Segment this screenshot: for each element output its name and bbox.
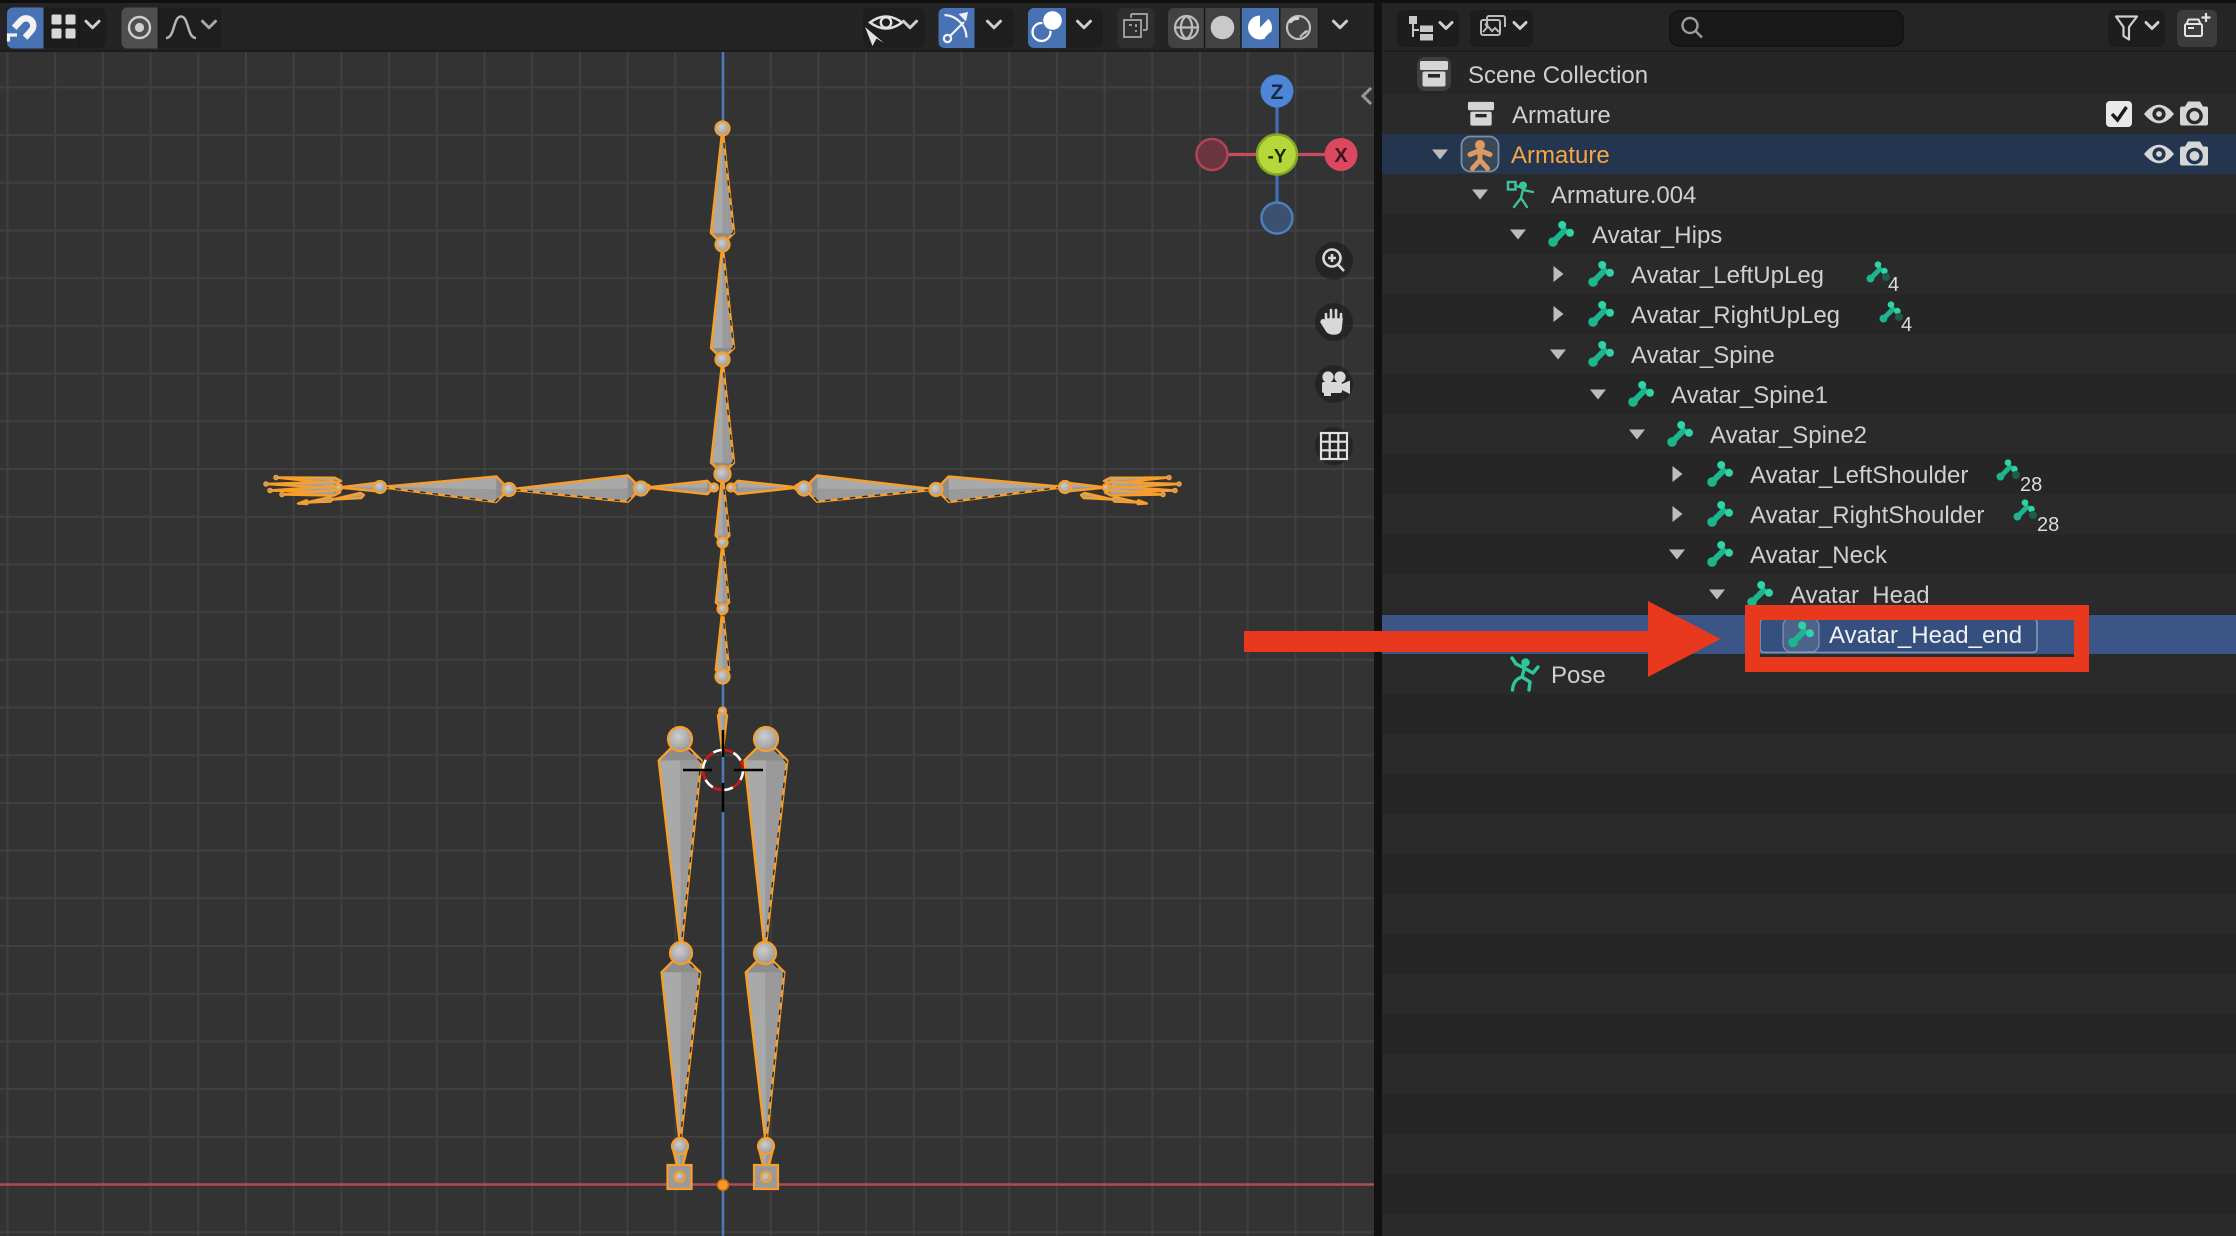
svg-text:4: 4 bbox=[1888, 274, 1899, 296]
svg-text:Avatar_Head_end: Avatar_Head_end bbox=[1829, 622, 2022, 649]
svg-text:Avatar_RightUpLeg: Avatar_RightUpLeg bbox=[1631, 302, 1840, 329]
svg-text:28: 28 bbox=[2037, 514, 2059, 536]
svg-text:28: 28 bbox=[2020, 474, 2042, 496]
svg-text:Armature: Armature bbox=[1512, 102, 1611, 129]
svg-text:4: 4 bbox=[1901, 314, 1912, 336]
svg-text:Avatar_LeftUpLeg: Avatar_LeftUpLeg bbox=[1631, 262, 1824, 289]
svg-text:Avatar_RightShoulder: Avatar_RightShoulder bbox=[1750, 502, 1984, 529]
svg-text:Avatar_LeftShoulder: Avatar_LeftShoulder bbox=[1750, 462, 1968, 489]
svg-text:Avatar_Neck: Avatar_Neck bbox=[1750, 542, 1888, 569]
svg-text:Pose: Pose bbox=[1551, 662, 1606, 689]
svg-text:Armature: Armature bbox=[1511, 142, 1610, 169]
svg-text:Avatar_Hips: Avatar_Hips bbox=[1592, 222, 1722, 249]
svg-text:Armature.004: Armature.004 bbox=[1551, 182, 1696, 209]
svg-text:-Y: -Y bbox=[1268, 147, 1287, 168]
svg-text:Z: Z bbox=[1271, 81, 1284, 104]
svg-text:Avatar_Head: Avatar_Head bbox=[1790, 582, 1930, 609]
svg-text:X: X bbox=[1334, 145, 1348, 167]
svg-text:Avatar_Spine2: Avatar_Spine2 bbox=[1710, 422, 1867, 449]
svg-text:Avatar_Spine1: Avatar_Spine1 bbox=[1671, 382, 1828, 409]
svg-text:Avatar_Spine: Avatar_Spine bbox=[1631, 342, 1775, 369]
svg-text:Scene Collection: Scene Collection bbox=[1468, 62, 1648, 89]
